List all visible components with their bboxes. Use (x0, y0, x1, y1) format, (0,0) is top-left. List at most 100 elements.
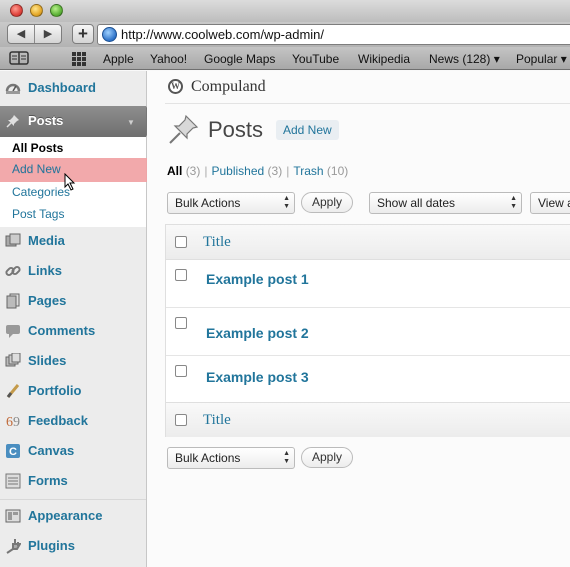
bookmark-news-label: News (128) (429, 52, 491, 66)
svg-text:9: 9 (13, 415, 20, 429)
wordpress-logo-icon[interactable]: W (168, 79, 183, 94)
back-button[interactable]: ◀ (8, 25, 35, 43)
bookmark-yahoo[interactable]: Yahoo! (150, 52, 187, 66)
sidebar-item-label: Pages (28, 293, 67, 308)
navigation-buttons: ◀ ▶ (7, 24, 62, 44)
bulk-actions-select[interactable]: Bulk Actions ▲ ▼ (167, 192, 295, 214)
sidebar-item-posts[interactable]: Posts ▼ (0, 106, 146, 137)
sidebar-item-forms[interactable]: Forms (0, 466, 146, 496)
submenu-categories[interactable]: Categories (12, 185, 70, 199)
sidebar-item-portfolio[interactable]: Portfolio (0, 376, 146, 406)
bulk-actions-value: Bulk Actions (175, 451, 241, 465)
browser-toolbar: ◀ ▶ + http://www.coolweb.com/wp-admin/ (0, 22, 570, 47)
bookmark-google-maps[interactable]: Google Maps (204, 52, 275, 66)
row-checkbox[interactable] (175, 317, 187, 329)
post-title-link[interactable]: Example post 1 (206, 271, 309, 287)
sidebar-item-slides[interactable]: Slides (0, 346, 146, 376)
slides-icon (5, 352, 21, 369)
date-filter-select[interactable]: Show all dates ▲ ▼ (369, 192, 522, 214)
filter-published-count: (3) (267, 164, 283, 178)
media-icon (5, 233, 21, 249)
sidebar-item-label: Feedback (28, 413, 88, 428)
add-new-label-highlighted[interactable]: Add New (12, 162, 61, 176)
sidebar-item-links[interactable]: Links (0, 256, 146, 286)
post-title-link[interactable]: Example post 3 (206, 369, 309, 385)
post-status-filters: All (3) | Published (3) | Trash (10) (167, 164, 348, 178)
filter-separator: | (204, 164, 208, 178)
filter-published[interactable]: Published (211, 164, 264, 178)
sidebar-item-canvas[interactable]: C Canvas (0, 436, 146, 466)
brush-icon (5, 383, 21, 399)
menu-separator (0, 499, 146, 500)
close-window-button[interactable] (10, 4, 23, 17)
address-bar[interactable]: http://www.coolweb.com/wp-admin/ (97, 24, 570, 45)
sidebar-item-media[interactable]: Media (0, 226, 146, 256)
sidebar-item-dashboard[interactable]: Dashboard (0, 73, 146, 103)
sidebar-item-pages[interactable]: Pages (0, 286, 146, 316)
site-name[interactable]: Compuland (191, 78, 266, 96)
comments-icon (5, 323, 21, 339)
sidebar-item-appearance[interactable]: Appearance (0, 501, 146, 531)
row-checkbox[interactable] (175, 269, 187, 281)
forms-icon (5, 473, 21, 489)
url-text: http://www.coolweb.com/wp-admin/ (121, 27, 325, 42)
sidebar-item-label: Canvas (28, 443, 75, 458)
pages-icon (5, 293, 21, 309)
sidebar-item-label: Links (28, 263, 62, 278)
add-new-button[interactable]: Add New (276, 120, 339, 140)
bookmarks-bar: Apple Yahoo! Google Maps YouTube Wikiped… (0, 47, 570, 70)
bookmark-youtube[interactable]: YouTube (292, 52, 339, 66)
posts-table: Title Example post 1 Example post 2 Exam… (165, 224, 570, 437)
column-title-footer[interactable]: Title (203, 412, 231, 429)
sidebar-item-label: Media (28, 233, 65, 248)
view-select[interactable]: View a (530, 192, 570, 214)
bookmark-news[interactable]: News (128) ▾ (429, 52, 500, 66)
filter-all[interactable]: All (167, 164, 182, 178)
filter-trash-count: (10) (326, 164, 349, 178)
table-row: Example post 2 (166, 308, 570, 356)
top-sites-grid-icon[interactable] (72, 52, 86, 66)
date-filter-value: Show all dates (377, 196, 456, 210)
svg-text:C: C (9, 446, 17, 458)
link-icon (5, 263, 21, 279)
post-title-link[interactable]: Example post 2 (206, 325, 309, 341)
view-value: View a (538, 196, 570, 210)
canvas-icon: C (5, 443, 21, 459)
apply-button-bottom[interactable]: Apply (301, 447, 354, 468)
sidebar-item-label: Dashboard (28, 80, 96, 95)
sidebar-item-feedback[interactable]: 69 Feedback (0, 406, 146, 436)
collapse-arrow-icon[interactable]: ▼ (127, 118, 135, 127)
sidebar-item-comments[interactable]: Comments (0, 316, 146, 346)
mouse-cursor-icon (64, 173, 76, 191)
add-bookmark-button[interactable]: + (72, 24, 94, 44)
table-row: Example post 3 (166, 356, 570, 404)
select-arrows-icon: ▲ ▼ (510, 195, 517, 210)
apply-button[interactable]: Apply (301, 192, 354, 213)
sidebar-item-label: Comments (28, 323, 96, 338)
filter-trash[interactable]: Trash (293, 164, 323, 178)
sidebar-item-plugins[interactable]: Plugins (0, 531, 146, 561)
submenu-post-tags[interactable]: Post Tags (12, 207, 64, 221)
feedback-icon: 69 (5, 413, 21, 430)
column-title-header[interactable]: Title (203, 234, 231, 251)
table-header: Title (166, 225, 570, 260)
bookmark-popular[interactable]: Popular ▾ (516, 52, 567, 66)
bookmark-apple[interactable]: Apple (103, 52, 134, 66)
forward-button[interactable]: ▶ (35, 25, 61, 43)
zoom-window-button[interactable] (50, 4, 63, 17)
sidebar-item-label: Slides (28, 353, 67, 368)
bookmark-wikipedia[interactable]: Wikipedia (358, 52, 410, 66)
pushpin-icon (6, 114, 20, 131)
row-checkbox[interactable] (175, 365, 187, 377)
admin-sidebar: Dashboard Posts ▼ All Posts Add New Cate… (0, 71, 154, 567)
window-titlebar (0, 0, 570, 22)
page-title: Posts (208, 117, 264, 142)
reading-list-icon[interactable] (9, 51, 29, 68)
chevron-down-icon: ▾ (560, 52, 567, 66)
minimize-window-button[interactable] (30, 4, 43, 17)
submenu-all-posts[interactable]: All Posts (12, 141, 63, 155)
bulk-actions-select-bottom[interactable]: Bulk Actions ▲ ▼ (167, 447, 295, 469)
select-all-checkbox-footer[interactable] (175, 414, 187, 426)
svg-text:6: 6 (6, 415, 13, 429)
select-all-checkbox[interactable] (175, 236, 187, 248)
